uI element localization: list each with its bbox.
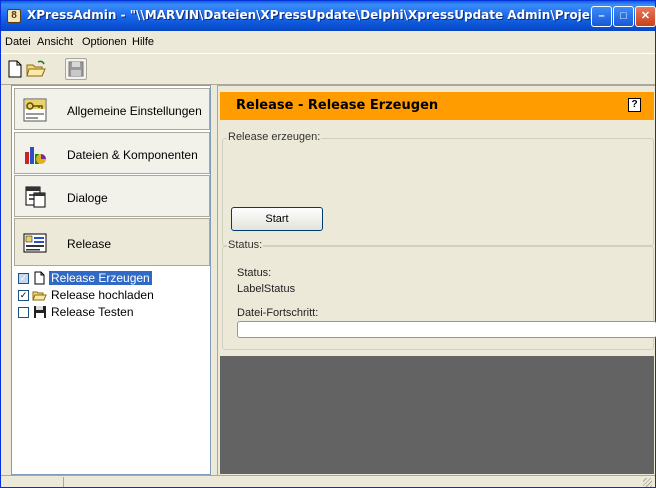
status-value: LabelStatus — [237, 283, 296, 295]
page-title: Release - Release Erzeugen — [236, 98, 439, 113]
status-label: Status: — [237, 267, 272, 279]
release-icon — [23, 233, 47, 253]
navigation-panel: Allgemeine Einstellungen Dateien & Kompo… — [11, 85, 211, 475]
window-title: XPressAdmin - "\\MARVIN\Dateien\XPressUp… — [27, 8, 593, 22]
tree-item-release-testen[interactable]: Release Testen — [18, 304, 208, 321]
nav-label: Dialoge — [67, 191, 108, 205]
content-header: Release - Release Erzeugen ? — [220, 92, 654, 120]
new-file-button[interactable] — [4, 58, 26, 80]
menu-bar: Datei Ansicht Optionen Hilfe — [1, 32, 655, 52]
key-icon — [23, 98, 47, 122]
resize-grip[interactable] — [643, 478, 652, 487]
nav-release[interactable]: Release — [14, 218, 210, 266]
save-disk-icon — [34, 306, 46, 318]
start-button[interactable]: Start — [231, 207, 323, 231]
title-bar[interactable]: 8 XPressAdmin - "\\MARVIN\Dateien\XPress… — [1, 1, 656, 31]
new-file-icon — [8, 60, 22, 78]
checkbox-release-testen[interactable] — [18, 307, 29, 318]
nav-label: Allgemeine Einstellungen — [67, 104, 202, 118]
tree-label: Release Testen — [51, 305, 134, 319]
minimize-button[interactable]: – — [591, 6, 612, 27]
nav-allgemeine-einstellungen[interactable]: Allgemeine Einstellungen — [14, 88, 210, 130]
menu-datei[interactable]: Datei — [5, 36, 31, 48]
save-button[interactable] — [65, 58, 87, 80]
tree-label: Release hochladen — [51, 288, 154, 302]
groupbox-status: Status: Status: LabelStatus Datei-Fortsc… — [222, 239, 656, 350]
nav-dateien-komponenten[interactable]: Dateien & Komponenten — [14, 132, 210, 174]
groupbox-release-erzeugen: Release erzeugen: Start — [222, 131, 654, 246]
groupbox-title: Status: — [227, 239, 264, 251]
menu-ansicht[interactable]: Ansicht — [37, 36, 73, 48]
tree-label: Release Erzeugen — [49, 271, 152, 285]
nav-label: Release — [67, 237, 112, 251]
close-button[interactable]: ✕ — [635, 6, 656, 27]
app-icon[interactable]: 8 — [7, 9, 21, 23]
menu-hilfe[interactable]: Hilfe — [132, 36, 154, 48]
progress-label: Datei-Fortschritt: — [237, 307, 319, 319]
toolbar — [1, 53, 655, 85]
content-panel: Release - Release Erzeugen ? Release erz… — [217, 85, 656, 475]
tree-item-release-hochladen[interactable]: ✓ Release hochladen — [18, 287, 208, 304]
dialog-icon — [25, 186, 46, 208]
save-disk-icon — [68, 61, 84, 77]
open-folder-icon — [32, 291, 47, 301]
status-separator — [63, 477, 64, 487]
release-tree: ✓ Release Erzeugen ✓ Release hochladen R… — [18, 270, 208, 321]
nav-dialoge[interactable]: Dialoge — [14, 175, 210, 217]
checkbox-release-erzeugen[interactable]: ✓ — [18, 273, 29, 284]
app-window: 8 XPressAdmin - "\\MARVIN\Dateien\XPress… — [0, 0, 656, 488]
checkbox-release-hochladen[interactable]: ✓ — [18, 290, 29, 301]
output-area — [220, 356, 654, 474]
help-icon[interactable]: ? — [628, 98, 641, 112]
chart-icon — [25, 147, 46, 164]
nav-label: Dateien & Komponenten — [67, 148, 198, 162]
tree-item-release-erzeugen[interactable]: ✓ Release Erzeugen — [18, 270, 208, 287]
document-icon — [34, 271, 45, 285]
open-folder-icon — [26, 60, 46, 77]
status-bar — [1, 475, 655, 487]
menu-optionen[interactable]: Optionen — [82, 36, 127, 48]
file-progress-bar — [237, 321, 656, 338]
maximize-button[interactable]: □ — [613, 6, 634, 27]
open-button[interactable] — [25, 58, 47, 80]
groupbox-title: Release erzeugen: — [227, 131, 322, 143]
